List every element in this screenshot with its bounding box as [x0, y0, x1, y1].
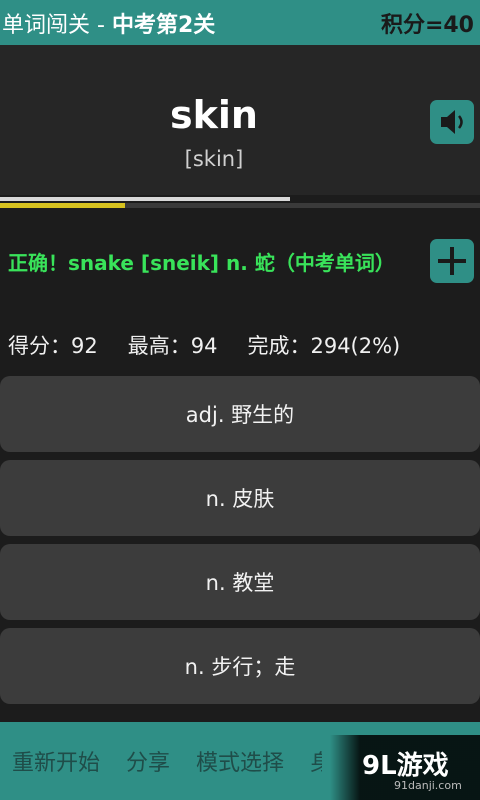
progress-bar: [0, 197, 480, 209]
truncated-menu-button[interactable]: 身: [310, 745, 322, 777]
current-word: skin: [170, 93, 258, 137]
watermark-url: 91danji.com: [394, 779, 462, 792]
add-to-wordbook-button[interactable]: [430, 239, 474, 283]
share-button[interactable]: 分享: [126, 745, 170, 777]
progress-fill: [0, 203, 125, 208]
completion-stat: 完成：294(2%): [247, 334, 401, 358]
stats-row: 得分：92 最高：94 完成：294(2%): [8, 330, 430, 360]
answer-option-4[interactable]: n. 步行；走: [0, 628, 480, 704]
answer-feedback: 正确！snake [sneik] n. 蛇（中考单词）: [8, 251, 395, 275]
word-panel: skin [skin]: [0, 45, 480, 195]
watermark-brand: 9L游戏: [362, 751, 449, 781]
title-prefix: 单词闯关 -: [2, 12, 112, 38]
points-display: 积分=40: [380, 12, 474, 38]
pronounce-button[interactable]: [430, 100, 474, 144]
word-phonetic: [skin]: [184, 147, 244, 171]
watermark: 9L游戏 91danji.com: [330, 735, 480, 800]
restart-button[interactable]: 重新开始: [12, 745, 100, 777]
answer-option-3[interactable]: n. 教堂: [0, 544, 480, 620]
progress-track-top: [0, 197, 290, 201]
speaker-icon: [441, 110, 463, 134]
title-bar: 单词闯关 - 中考第2关 积分=40: [0, 0, 480, 45]
mode-select-button[interactable]: 模式选择: [196, 745, 284, 777]
answer-option-1[interactable]: adj. 野生的: [0, 376, 480, 452]
answer-option-2[interactable]: n. 皮肤: [0, 460, 480, 536]
app-title: 单词闯关 - 中考第2关: [2, 7, 215, 39]
plus-icon: [438, 247, 466, 275]
level-name: 中考第2关: [111, 12, 216, 38]
best-stat: 最高：94: [127, 334, 218, 358]
score-stat: 得分：92: [8, 334, 98, 358]
